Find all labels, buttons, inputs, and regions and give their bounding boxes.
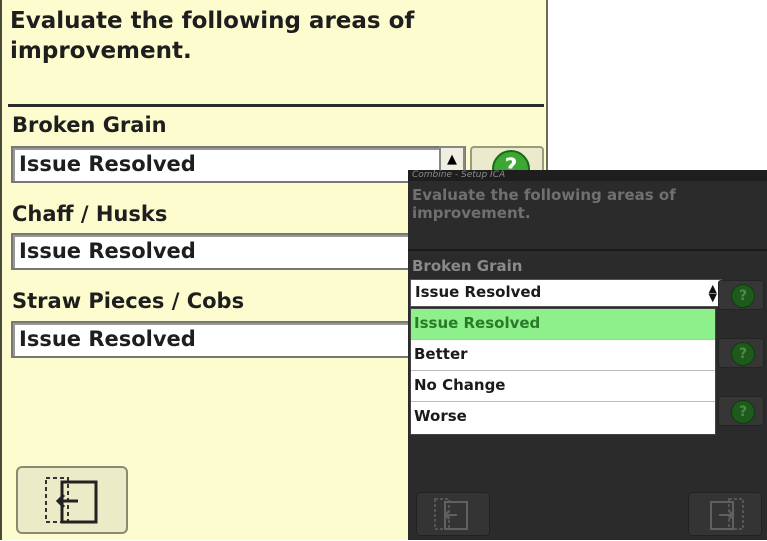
selected-value: Issue Resolved — [415, 283, 542, 301]
option-issue-resolved[interactable]: Issue Resolved — [411, 309, 715, 340]
straw-pieces-select[interactable]: Issue Resolved — [11, 321, 466, 358]
back-button[interactable] — [416, 492, 490, 536]
broken-grain-label: Broken Grain — [412, 257, 523, 275]
back-button[interactable] — [16, 466, 128, 534]
back-page-icon — [45, 477, 98, 524]
straw-pieces-label: Straw Pieces / Cobs — [12, 289, 245, 313]
back-page-icon — [434, 498, 468, 530]
broken-grain-select[interactable]: Issue Resolved — [11, 146, 466, 183]
help-button[interactable]: ? — [718, 338, 764, 368]
option-better[interactable]: Better — [411, 340, 715, 371]
chaff-husks-label: Chaff / Husks — [12, 202, 168, 226]
display-panel: Combine - Setup ICA Evaluate the followi… — [408, 170, 767, 540]
chaff-husks-select[interactable]: Issue Resolved — [11, 233, 466, 270]
help-icon: ? — [731, 284, 755, 308]
option-no-change[interactable]: No Change — [411, 371, 715, 402]
next-button[interactable] — [688, 492, 762, 536]
divider — [8, 104, 544, 107]
window-title: Combine - Setup ICA — [408, 170, 767, 181]
divider — [408, 249, 767, 251]
help-icon: ? — [731, 400, 755, 424]
option-worse[interactable]: Worse — [411, 402, 715, 433]
next-page-icon — [710, 498, 744, 530]
help-icon: ? — [731, 342, 755, 366]
updown-arrows-icon: ▲ ▼ — [708, 282, 717, 304]
dropdown-list: Issue Resolved Better No Change Worse — [410, 308, 716, 435]
help-button[interactable]: ? — [718, 396, 764, 426]
page-prompt: Evaluate the following areas of improvem… — [412, 186, 676, 222]
help-button[interactable]: ? — [718, 280, 764, 310]
broken-grain-label: Broken Grain — [12, 113, 167, 137]
broken-grain-select[interactable]: Issue Resolved ▲ ▼ — [410, 279, 722, 307]
page-prompt: Evaluate the following areas of improvem… — [10, 8, 415, 64]
